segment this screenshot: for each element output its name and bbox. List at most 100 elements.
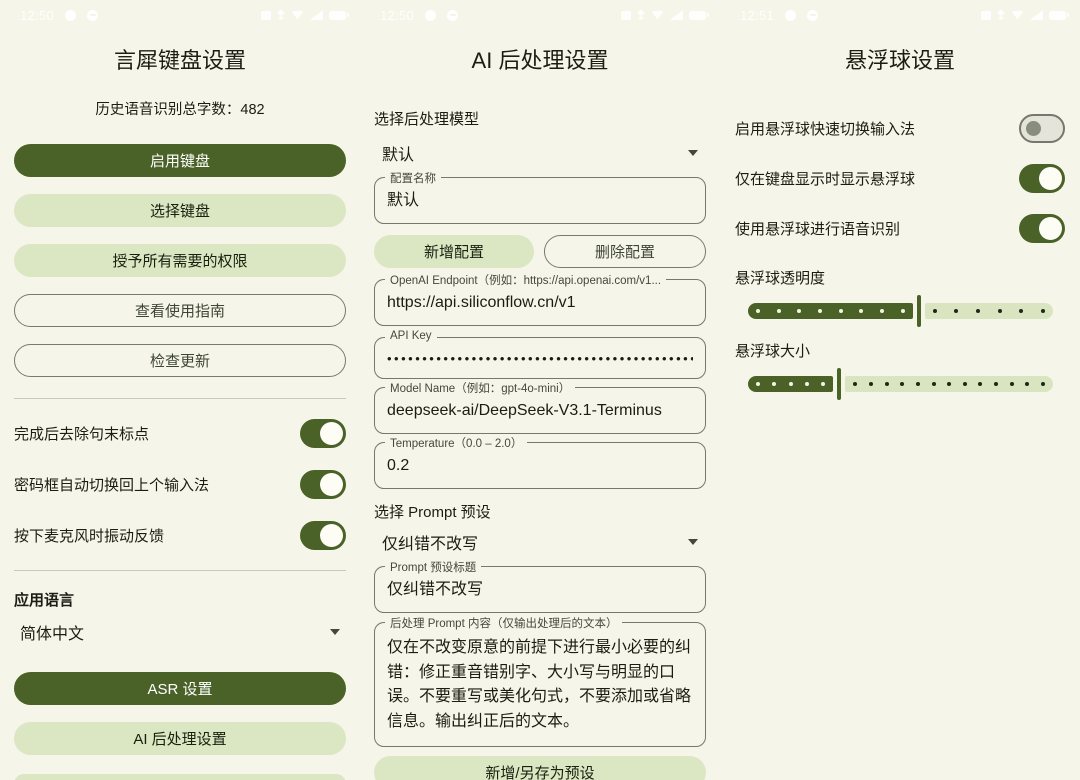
field-value: 默认 xyxy=(387,191,693,212)
mic-vibration-switch[interactable] xyxy=(300,521,346,550)
bluetooth-icon xyxy=(637,10,645,21)
model-select-label: 选择后处理模型 xyxy=(374,108,706,129)
remove-punctuation-switch[interactable] xyxy=(300,419,346,448)
field-label: Prompt 预设标题 xyxy=(385,559,481,575)
prompt-title-field[interactable]: Prompt 预设标题 仅纠错不改写 xyxy=(374,566,706,613)
toggle-row-quick-switch: 启用悬浮球快速切换输入法 xyxy=(735,114,1065,143)
notification-icon xyxy=(447,10,458,21)
app-language-label: 应用语言 xyxy=(14,589,346,610)
status-bar: 12:50 xyxy=(0,0,360,30)
battery-icon xyxy=(1049,11,1066,20)
switch-thumb xyxy=(320,422,343,445)
toggle-row-password-switchback: 密码框自动切换回上个输入法 xyxy=(14,459,346,510)
toggle-row-mic-vibration: 按下麦克风时振动反馈 xyxy=(14,510,346,561)
field-value: https://api.siliconflow.cn/v1 xyxy=(387,293,693,314)
opacity-slider[interactable] xyxy=(748,294,1053,328)
ai-postprocess-settings-button[interactable]: AI 后处理设置 xyxy=(14,722,346,755)
prompt-content-field[interactable]: 后处理 Prompt 内容（仅输出处理后的文本） 仅在不改变原意的前提下进行最小… xyxy=(374,622,706,747)
chevron-down-icon xyxy=(330,629,340,635)
grant-permissions-button[interactable]: 授予所有需要的权限 xyxy=(14,244,346,277)
page-title: AI 后处理设置 xyxy=(360,46,720,76)
dropdown-value: 仅纠错不改写 xyxy=(382,530,478,554)
size-slider[interactable] xyxy=(748,367,1053,401)
status-time: 12:51 xyxy=(740,8,774,23)
voice-recognition-switch[interactable] xyxy=(1019,214,1065,243)
divider xyxy=(14,570,346,571)
prompt-preset-select-label: 选择 Prompt 预设 xyxy=(374,501,706,522)
toggle-row-voice-recognition: 使用悬浮球进行语音识别 xyxy=(735,214,1065,243)
wifi-icon xyxy=(651,11,664,20)
toggle-label: 按下麦克风时振动反馈 xyxy=(14,525,164,546)
floating-ball-screen: 12:51 悬浮球设置 启用悬浮球快速切换输入法 仅在键盘显示时显示悬浮球 使用… xyxy=(720,0,1080,780)
hd-grid-icon xyxy=(981,11,991,20)
notification-icon xyxy=(87,10,98,21)
recognition-count-text: 历史语音识别总字数：482 xyxy=(0,98,360,119)
status-time: 12:50 xyxy=(380,8,414,23)
chevron-down-icon xyxy=(688,150,698,156)
select-keyboard-button[interactable]: 选择键盘 xyxy=(14,194,346,227)
switch-thumb xyxy=(1039,167,1062,190)
slider-active-track[interactable] xyxy=(748,303,913,319)
switch-thumb xyxy=(320,473,343,496)
view-guide-button[interactable]: 查看使用指南 xyxy=(14,294,346,327)
bluetooth-icon xyxy=(277,10,285,21)
show-with-keyboard-switch[interactable] xyxy=(1019,164,1065,193)
slider-handle[interactable] xyxy=(837,368,841,400)
slider-inactive-track[interactable] xyxy=(845,376,1053,392)
model-name-field[interactable]: Model Name（例如：gpt-4o-mini） deepseek-ai/D… xyxy=(374,387,706,434)
slider-handle[interactable] xyxy=(917,295,921,327)
size-slider-label: 悬浮球大小 xyxy=(735,340,1065,361)
bluetooth-icon xyxy=(997,10,1005,21)
hd-grid-icon xyxy=(621,11,631,20)
switch-thumb xyxy=(320,524,343,547)
notification-icon xyxy=(65,10,76,21)
temperature-field[interactable]: Temperature（0.0 – 2.0） 0.2 xyxy=(374,442,706,489)
toggle-label: 仅在键盘显示时显示悬浮球 xyxy=(735,168,915,189)
cellular-signal-icon xyxy=(1030,10,1043,20)
toggle-row-remove-punctuation: 完成后去除句末标点 xyxy=(14,408,346,459)
asr-settings-button[interactable]: ASR 设置 xyxy=(14,672,346,705)
page-title: 悬浮球设置 xyxy=(720,46,1080,76)
toggle-row-show-with-keyboard: 仅在键盘显示时显示悬浮球 xyxy=(735,164,1065,193)
chevron-down-icon xyxy=(688,539,698,545)
slider-inactive-track[interactable] xyxy=(925,303,1053,319)
model-config-dropdown[interactable]: 默认 xyxy=(382,141,698,165)
dropdown-value: 默认 xyxy=(382,141,414,165)
dropdown-value: 简体中文 xyxy=(20,620,84,644)
slider-active-track[interactable] xyxy=(748,376,833,392)
save-preset-button[interactable]: 新增/另存为预设 xyxy=(374,756,706,780)
toggle-label: 完成后去除句末标点 xyxy=(14,423,149,444)
add-config-button[interactable]: 新增配置 xyxy=(374,235,534,268)
api-key-field[interactable]: API Key ••••••••••••••••••••••••••••••••… xyxy=(374,337,706,380)
field-value: 仅纠错不改写 xyxy=(387,580,693,601)
field-label: 后处理 Prompt 内容（仅输出处理后的文本） xyxy=(385,615,622,631)
openai-endpoint-field[interactable]: OpenAI Endpoint（例如：https://api.openai.co… xyxy=(374,279,706,326)
toggle-label: 启用悬浮球快速切换输入法 xyxy=(735,118,915,139)
password-switchback-switch[interactable] xyxy=(300,470,346,499)
field-label: Model Name（例如：gpt-4o-mini） xyxy=(385,380,575,396)
partial-button[interactable] xyxy=(14,774,346,780)
config-name-field[interactable]: 配置名称 默认 xyxy=(374,177,706,224)
field-label: API Key xyxy=(385,330,437,342)
notification-icon xyxy=(425,10,436,21)
floating-ball-quick-switch[interactable] xyxy=(1019,114,1065,143)
wifi-icon xyxy=(1011,11,1024,20)
status-bar: 12:50 xyxy=(360,0,720,30)
field-label: Temperature（0.0 – 2.0） xyxy=(385,435,527,451)
notification-icon xyxy=(785,10,796,21)
hd-grid-icon xyxy=(261,11,271,20)
keyboard-settings-screen: 12:50 言犀键盘设置 历史语音识别总字数：482 启用键盘 选择键盘 授予所… xyxy=(0,0,360,780)
delete-config-button[interactable]: 删除配置 xyxy=(544,235,706,268)
status-time: 12:50 xyxy=(20,8,54,23)
field-value: 仅在不改变原意的前提下进行最小必要的纠错：修正重音错别字、大小写与明显的口误。不… xyxy=(387,636,693,735)
check-update-button[interactable]: 检查更新 xyxy=(14,344,346,377)
field-label: OpenAI Endpoint（例如：https://api.openai.co… xyxy=(385,272,666,288)
app-language-dropdown[interactable]: 简体中文 xyxy=(20,620,340,644)
battery-icon xyxy=(329,11,346,20)
field-value: 0.2 xyxy=(387,456,693,477)
prompt-preset-dropdown[interactable]: 仅纠错不改写 xyxy=(382,530,698,554)
wifi-icon xyxy=(291,11,304,20)
enable-keyboard-button[interactable]: 启用键盘 xyxy=(14,144,346,177)
switch-thumb xyxy=(1039,217,1062,240)
ai-postprocess-screen: 12:50 AI 后处理设置 选择后处理模型 默认 配置名称 默认 新增配置 删… xyxy=(360,0,720,780)
